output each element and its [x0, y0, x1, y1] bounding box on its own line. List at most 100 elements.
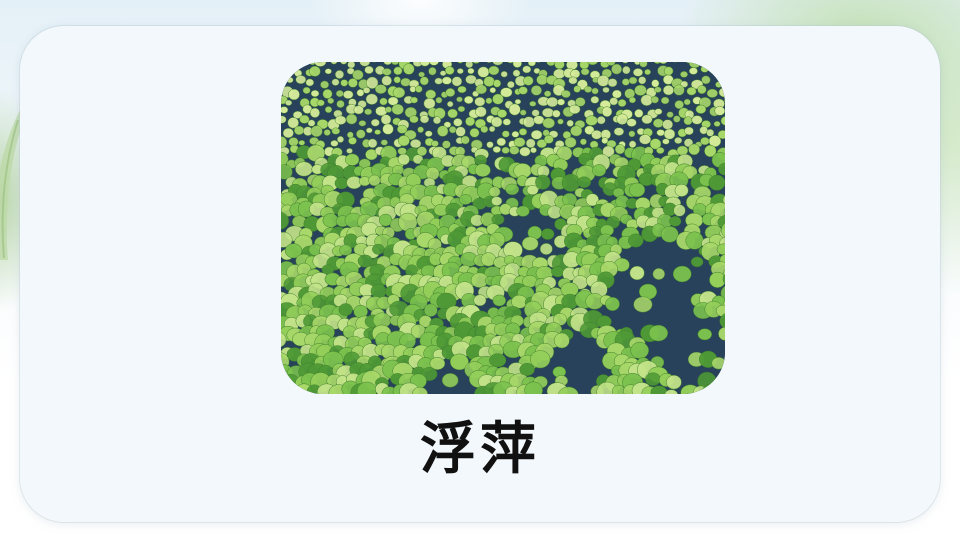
duckweed-leaf: [690, 256, 704, 268]
duckweed-leaf: [629, 265, 645, 281]
duckweed-leaf: [568, 104, 581, 115]
duckweed-leaf: [397, 135, 410, 147]
duckweed-leaf: [391, 103, 404, 115]
duckweed-leaf: [410, 96, 418, 104]
duckweed-leaf: [597, 74, 610, 87]
duckweed-leaf: [514, 98, 522, 105]
duckweed-leaf: [628, 130, 636, 138]
duckweed-leaf: [497, 109, 508, 118]
duckweed-leaf: [385, 106, 392, 113]
duckweed-leaf: [651, 79, 660, 88]
duckweed-leaf: [663, 66, 674, 76]
duckweed-leaf: [444, 66, 455, 75]
duckweed-leaf: [617, 99, 627, 107]
duckweed-leaf: [674, 183, 689, 197]
duckweed-leaf: [365, 127, 373, 134]
duckweed-leaf: [683, 116, 693, 126]
duckweed-leaf: [456, 68, 464, 75]
duckweed-leaf: [282, 127, 294, 139]
duckweed-leaf: [492, 79, 502, 88]
duckweed-leaf: [309, 65, 321, 77]
duckweed-leaf: [519, 109, 527, 116]
duckweed-leaf: [403, 63, 415, 75]
duckweed-leaf: [666, 374, 682, 390]
duckweed-leaf: [370, 118, 380, 127]
duckweed-leaf: [365, 93, 378, 105]
duckweed-leaf: [347, 62, 356, 69]
duckweed-leaf: [480, 125, 489, 133]
duckweed-leaf: [500, 70, 508, 78]
duckweed-leaf: [431, 140, 439, 147]
duckweed-leaf: [676, 145, 689, 156]
duckweed-leaf: [628, 182, 646, 198]
duckweed-leaf: [680, 71, 688, 78]
duckweed-leaf: [672, 265, 692, 283]
duckweed-leaf: [437, 125, 449, 137]
duckweed-leaf: [700, 137, 710, 146]
duckweed-leaf: [397, 147, 407, 156]
duckweed-leaf: [673, 204, 686, 217]
duckweed-leaf: [645, 372, 661, 386]
duckweed-leaf: [607, 78, 618, 88]
duckweed-leaf: [451, 76, 463, 87]
duckweed-leaf: [535, 174, 551, 190]
duckweed-leaf: [628, 233, 644, 248]
duckweed-leaf: [613, 127, 625, 136]
duckweed-leaf: [518, 128, 528, 136]
duckweed-leaf: [634, 84, 647, 96]
duckweed-leaf: [666, 111, 674, 118]
duckweed-leaf: [621, 78, 630, 86]
duckweed-leaf: [345, 153, 360, 166]
duckweed-leaf: [541, 228, 555, 240]
duckweed-leaf: [634, 109, 644, 118]
duckweed-leaf: [660, 226, 679, 243]
duckweed-leaf: [448, 126, 457, 134]
duckweed-leaf: [460, 135, 470, 145]
duckweed-leaf: [331, 78, 340, 86]
duckweed-leaf: [491, 214, 505, 225]
duckweed-leaf: [489, 87, 497, 94]
duckweed-leaf: [683, 98, 691, 106]
duckweed-leaf: [674, 137, 683, 144]
duckweed-leaf: [612, 89, 622, 99]
duckweed-leaf: [701, 75, 711, 85]
duckweed-leaf: [485, 97, 493, 105]
duckweed-leaf: [335, 90, 344, 98]
duckweed-photo: [281, 62, 725, 394]
duckweed-leaf: [568, 76, 578, 85]
duckweed-leaf: [423, 303, 438, 317]
duckweed-leaf: [502, 118, 511, 126]
duckweed-leaf: [334, 70, 345, 79]
duckweed-leaf: [496, 137, 507, 147]
duckweed-leaf: [654, 86, 662, 93]
duckweed-leaf: [622, 65, 631, 75]
duckweed-leaf: [654, 108, 663, 115]
duckweed-leaf: [393, 76, 401, 84]
duckweed-leaf: [543, 90, 552, 97]
duckweed-leaf: [686, 86, 697, 96]
duckweed-leaf: [441, 373, 459, 388]
duckweed-leaf: [602, 86, 610, 93]
duckweed-leaf: [488, 65, 500, 76]
duckweed-leaf: [553, 332, 570, 349]
duckweed-leaf: [507, 80, 515, 89]
duckweed-leaf: [601, 106, 613, 117]
duckweed-leaf: [409, 115, 419, 124]
duckweed-leaf: [591, 87, 599, 95]
duckweed-leaf: [465, 116, 476, 127]
duckweed-leaf: [380, 114, 392, 125]
duckweed-leaf: [473, 294, 487, 307]
duckweed-leaf: [458, 194, 473, 205]
duckweed-leaf: [706, 128, 715, 137]
duckweed-leaf: [501, 130, 510, 138]
duckweed-leaf: [519, 146, 531, 157]
duckweed-leaf: [561, 90, 571, 98]
duckweed-leaf: [505, 183, 520, 196]
duckweed-leaf: [456, 96, 463, 103]
duckweed-leaf: [611, 63, 623, 75]
duckweed-leaf: [391, 62, 400, 66]
duckweed-leaf: [374, 129, 381, 135]
duckweed-leaf: [489, 353, 507, 368]
duckweed-leaf: [417, 126, 424, 133]
duckweed-leaf: [342, 90, 354, 99]
